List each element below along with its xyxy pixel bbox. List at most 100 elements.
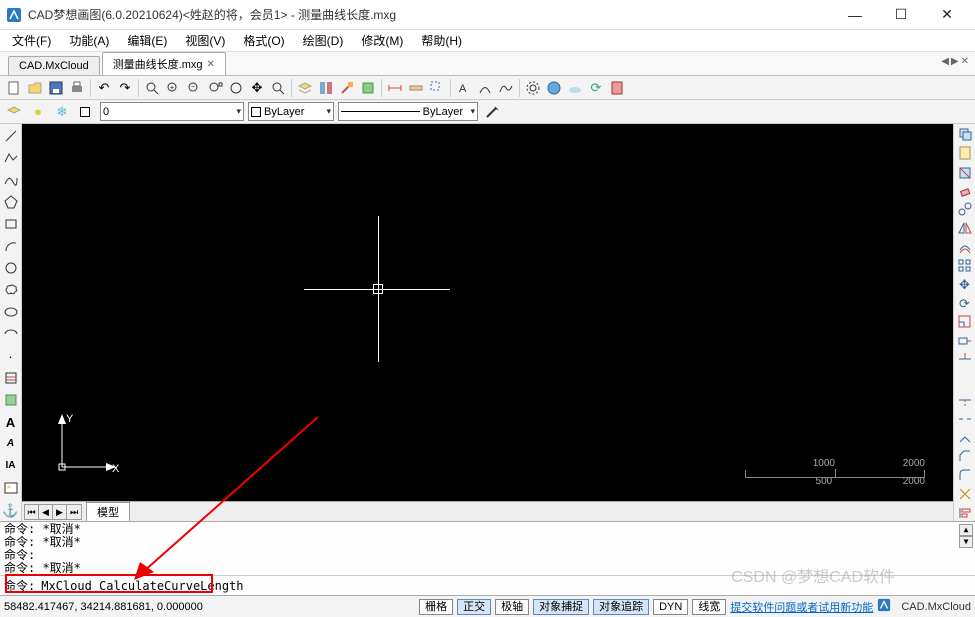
zoom-prev-icon[interactable] (268, 78, 288, 98)
revcloud-icon[interactable] (1, 280, 21, 300)
text-multi-icon[interactable]: A (1, 434, 21, 454)
ellipse-icon[interactable] (1, 302, 21, 322)
text-single-icon[interactable]: A (1, 412, 21, 432)
command-history[interactable]: 命令: *取消* 命令: *取消* 命令: 命令: *取消* 命令: *取消* … (0, 521, 975, 575)
matchprop-icon[interactable] (337, 78, 357, 98)
layer-lightbulb-icon[interactable]: ● (28, 102, 48, 122)
paste-icon[interactable] (955, 145, 975, 162)
layout-nav[interactable]: ⏮ ◀ ▶ ⏭ (24, 504, 82, 520)
zoom-all-icon[interactable] (226, 78, 246, 98)
chamfer-icon[interactable] (955, 448, 975, 465)
refresh-icon[interactable]: ⟳ (586, 78, 606, 98)
layer-combo[interactable]: 0 (100, 102, 244, 121)
settings-icon[interactable] (523, 78, 543, 98)
menu-file[interactable]: 文件(F) (6, 30, 57, 51)
zoom-in-icon[interactable]: + (163, 78, 183, 98)
zoom-extents-icon[interactable] (205, 78, 225, 98)
cloud-icon[interactable] (565, 78, 585, 98)
menu-help[interactable]: 帮助(H) (415, 30, 468, 51)
doc-tab[interactable]: CAD.MxCloud (8, 56, 100, 75)
break-icon[interactable] (955, 411, 975, 428)
tab-close-icon[interactable]: ✕ (961, 56, 969, 67)
redo-icon[interactable]: ↷ (115, 78, 135, 98)
arc-tool-icon[interactable] (475, 78, 495, 98)
print-icon[interactable] (67, 78, 87, 98)
scale-icon[interactable] (955, 314, 975, 331)
copy-icon[interactable] (955, 201, 975, 218)
feedback-link[interactable]: 提交软件问题或者试用新功能 (730, 599, 873, 615)
cutclip-icon[interactable] (955, 164, 975, 181)
measure-icon[interactable] (406, 78, 426, 98)
hatch-icon[interactable] (1, 368, 21, 388)
properties-icon[interactable] (316, 78, 336, 98)
join-icon[interactable] (955, 429, 975, 446)
save-icon[interactable] (46, 78, 66, 98)
status-otrack[interactable]: 对象追踪 (593, 599, 649, 615)
array-icon[interactable] (955, 257, 975, 274)
text-find-icon[interactable]: A (454, 78, 474, 98)
command-input[interactable] (41, 579, 971, 593)
open-icon[interactable] (25, 78, 45, 98)
status-osnap[interactable]: 对象捕捉 (533, 599, 589, 615)
spline-icon[interactable] (1, 170, 21, 190)
doc-tab[interactable]: 测量曲线长度.mxg ✕ (102, 52, 226, 75)
menu-format[interactable]: 格式(O) (237, 30, 290, 51)
dist-icon[interactable] (385, 78, 405, 98)
close-tab-icon[interactable]: ✕ (207, 59, 215, 70)
menu-modify[interactable]: 修改(M) (355, 30, 409, 51)
erase-icon[interactable] (955, 182, 975, 199)
explode-icon[interactable] (955, 486, 975, 503)
coords-readout[interactable]: 58482.417467, 34214.881681, 0.000000 (4, 601, 284, 613)
status-grid[interactable]: 栅格 (419, 599, 453, 615)
linetype-combo[interactable]: ByLayer (338, 102, 478, 121)
maximize-button[interactable]: ☐ (879, 1, 923, 29)
scroll-down-icon[interactable]: ▼ (959, 536, 973, 548)
model-tab[interactable]: 模型 (86, 502, 130, 521)
point-icon[interactable]: · (1, 346, 21, 366)
layer-states-icon[interactable] (4, 102, 24, 122)
align-icon[interactable] (955, 504, 975, 521)
mirror-icon[interactable] (955, 220, 975, 237)
nav-first-icon[interactable]: ⏮ (25, 505, 39, 519)
insert-block-icon[interactable] (1, 390, 21, 410)
minimize-button[interactable]: — (833, 1, 877, 29)
close-button[interactable]: ✕ (925, 1, 969, 29)
nav-next-icon[interactable]: ▶ (53, 505, 67, 519)
scroll-up-icon[interactable]: ▲ (959, 524, 973, 536)
anchor-icon[interactable]: ⚓ (1, 500, 21, 520)
help-icon[interactable] (607, 78, 627, 98)
circle-icon[interactable] (1, 258, 21, 278)
spline-icon[interactable] (496, 78, 516, 98)
tab-prev-icon[interactable]: ◀ (941, 56, 949, 67)
trim-icon[interactable] (955, 351, 975, 368)
stretch-icon[interactable] (955, 332, 975, 349)
zoom-window-icon[interactable] (142, 78, 162, 98)
extend-icon[interactable] (955, 392, 975, 409)
status-polar[interactable]: 极轴 (495, 599, 529, 615)
offset-icon[interactable] (955, 239, 975, 256)
layer-freeze-icon[interactable]: ❄ (52, 102, 72, 122)
rotate-icon[interactable]: ⟳ (955, 295, 975, 312)
quickselect-icon[interactable] (427, 78, 447, 98)
zoom-out-icon[interactable]: − (184, 78, 204, 98)
copyclip-icon[interactable] (955, 126, 975, 143)
fillet-icon[interactable] (955, 467, 975, 484)
image-icon[interactable] (1, 478, 21, 498)
color-combo[interactable]: ByLayer (248, 102, 334, 121)
web-icon[interactable] (544, 78, 564, 98)
move-icon[interactable]: ✥ (955, 276, 975, 293)
menu-view[interactable]: 视图(V) (179, 30, 231, 51)
pan-icon[interactable]: ✥ (247, 78, 267, 98)
attribute-icon[interactable]: IA (1, 456, 21, 476)
block-icon[interactable] (358, 78, 378, 98)
status-ortho[interactable]: 正交 (457, 599, 491, 615)
line-icon[interactable] (1, 126, 21, 146)
new-icon[interactable] (4, 78, 24, 98)
tab-next-icon[interactable]: ▶ (951, 56, 959, 67)
layer-icon[interactable] (295, 78, 315, 98)
nav-prev-icon[interactable]: ◀ (39, 505, 53, 519)
drawing-canvas[interactable]: Y X 10002000 5002000 (22, 124, 953, 501)
undo-icon[interactable]: ↶ (94, 78, 114, 98)
layer-color-icon[interactable] (76, 102, 96, 122)
nav-last-icon[interactable]: ⏭ (67, 505, 81, 519)
